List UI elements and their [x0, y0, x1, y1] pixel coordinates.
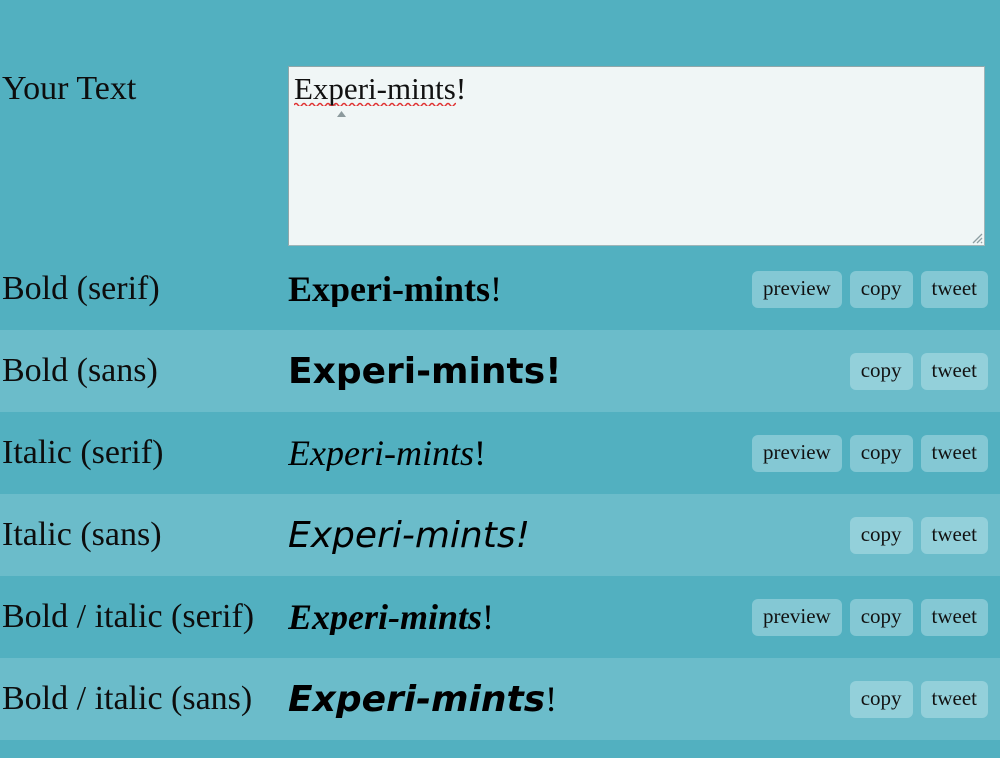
style-variant-sample-tail: ! — [545, 680, 558, 718]
style-variant-actions: preview copy tweet — [752, 434, 1000, 472]
tweet-button[interactable]: tweet — [920, 270, 988, 308]
spellcheck-caret-marker — [337, 111, 346, 117]
tweet-button[interactable]: tweet — [920, 434, 988, 472]
text-input-value: Experi-mints! — [294, 71, 466, 106]
style-variant-row: Bold (serif) Experi-mints! preview copy twee… — [0, 248, 1000, 330]
style-variant-sample-tail: ! — [482, 599, 495, 635]
style-variant-sample: Experi-mints! — [288, 517, 850, 554]
copy-button[interactable]: copy — [849, 516, 913, 554]
text-input[interactable]: Experi-mints! — [288, 66, 985, 246]
style-variant-sample: Experi-mints! — [288, 271, 752, 307]
style-variant-sample: Experi-mints! — [288, 435, 752, 471]
style-variant-sample-tail: ! — [545, 352, 562, 390]
style-variant-actions: preview copy tweet — [752, 598, 1000, 636]
style-variant-sample-core: Experi-mints — [288, 271, 490, 307]
app-root: Your Text Experi-mints! Bold (serif) Expe… — [0, 0, 1000, 758]
style-variant-sample-core: Experi-mints — [288, 599, 483, 635]
copy-button[interactable]: copy — [849, 270, 913, 308]
preview-button[interactable]: preview — [752, 434, 842, 472]
spellchecked-text: Experi-mints — [294, 71, 456, 107]
style-variant-label: Bold / italic (sans) — [2, 680, 253, 717]
tweet-button[interactable]: tweet — [920, 352, 988, 390]
copy-button[interactable]: copy — [849, 352, 913, 390]
style-variant-label: Italic (sans) — [2, 516, 162, 553]
style-variant-label: Bold / italic (serif) — [2, 598, 255, 635]
style-variants-list: Bold (serif) Experi-mints! preview copy twee… — [0, 248, 1000, 740]
input-label: Your Text — [2, 70, 137, 107]
style-variant-actions: copy tweet — [849, 352, 1000, 390]
style-variant-row: Bold / italic (serif) Experi-mints! previe… — [0, 576, 1000, 658]
tweet-button[interactable]: tweet — [920, 516, 988, 554]
style-variant-label: Bold (sans) — [2, 352, 158, 389]
style-variant-sample: Experi-mints! — [288, 599, 752, 635]
style-variant-label: Italic (serif) — [2, 434, 164, 471]
style-variant-sample-tail: ! — [473, 435, 486, 471]
style-variant-row: Bold / italic (sans) Experi-mints! copy twe… — [0, 658, 1000, 740]
style-variant-row: Italic (sans) Experi-mints! copy tweet — [0, 494, 1000, 576]
copy-button[interactable]: copy — [849, 434, 913, 472]
input-section: Your Text Experi-mints! — [0, 0, 1000, 248]
text-input-trailing: ! — [455, 71, 467, 106]
tweet-button[interactable]: tweet — [920, 598, 988, 636]
text-input-wrapper: Experi-mints! — [288, 66, 985, 246]
style-variant-label: Bold (serif) — [2, 270, 160, 307]
style-variant-row: Italic (serif) Experi-mints! preview copy tw… — [0, 412, 1000, 494]
copy-button[interactable]: copy — [849, 680, 913, 718]
style-variant-actions: copy tweet — [849, 680, 1000, 718]
style-variant-sample: Experi-mints! — [288, 681, 850, 718]
style-variant-sample-tail: ! — [515, 516, 531, 554]
textarea-resize-handle[interactable] — [969, 230, 983, 244]
style-variant-actions: preview copy tweet — [752, 270, 1000, 308]
style-variant-actions: copy tweet — [849, 516, 1000, 554]
tweet-button[interactable]: tweet — [920, 680, 988, 718]
spellchecked-text-value: Experi-mints — [294, 71, 456, 106]
preview-button[interactable]: preview — [752, 270, 842, 308]
style-variant-sample-core: Experi-mints — [288, 435, 474, 471]
preview-button[interactable]: preview — [752, 598, 842, 636]
style-variant-sample: Experi-mints! — [288, 353, 850, 390]
style-variant-sample-core: Experi-mints — [288, 680, 546, 718]
spellcheck-underline-icon — [294, 102, 456, 106]
copy-button[interactable]: copy — [849, 598, 913, 636]
style-variant-row: Bold (sans) Experi-mints! copy tweet — [0, 330, 1000, 412]
style-variant-sample-tail: ! — [490, 271, 502, 307]
style-variant-sample-core: Experi-mints — [288, 516, 516, 554]
style-variant-sample-core: Experi-mints — [288, 352, 546, 390]
